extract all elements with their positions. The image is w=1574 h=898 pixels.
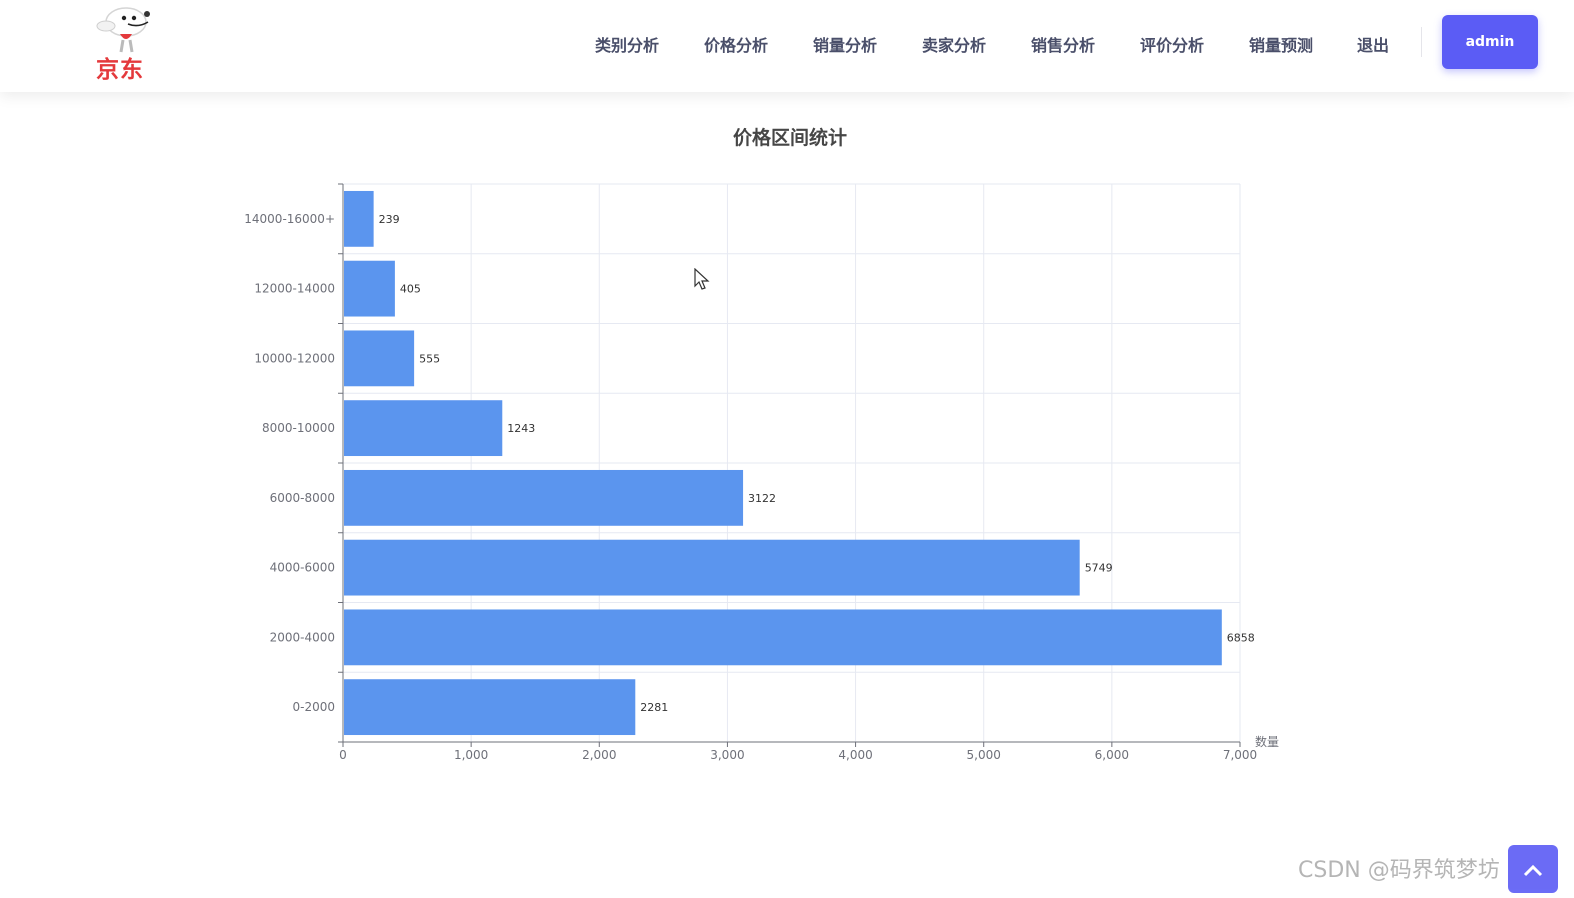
nav-divider [1421,27,1422,57]
price-range-bar-chart: 0 1,000 2,000 3,000 4,000 5,000 6,000 7,000 0-20… [244,183,1279,762]
nav-item-sales-volume-analysis[interactable]: 销量分析 [813,32,877,56]
back-to-top-button[interactable] [1508,845,1558,893]
y-tick-label: 10000-12000 [254,351,335,365]
main-nav: 类别分析 价格分析 销量分析 卖家分析 销售分析 评价分析 销量预测 退出 ad… [0,0,1574,84]
y-tick-label: 0-2000 [292,700,335,714]
bar-data-label: 6858 [1227,631,1255,644]
nav-item-price-analysis[interactable]: 价格分析 [704,32,768,56]
nav-item-category-analysis[interactable]: 类别分析 [595,32,659,56]
x-tick-label: 6,000 [1095,748,1129,762]
mouse-pointer-icon [694,268,710,290]
x-tick-label: 7,000 [1223,748,1257,762]
bar-data-label: 3122 [748,492,776,505]
watermark: CSDN @码界筑梦坊 [1298,858,1500,883]
x-axis-title: 数量 [1255,734,1279,749]
x-tick-label: 2,000 [582,748,616,762]
x-tick-label: 1,000 [454,748,488,762]
admin-user-button[interactable]: admin [1442,15,1538,69]
bar-data-label: 555 [419,352,440,365]
top-navbar: 京东 类别分析 价格分析 销量分析 卖家分析 销售分析 评价分析 销量预测 退出… [0,0,1574,92]
y-tick-label: 12000-14000 [254,282,335,296]
bar [344,190,374,247]
y-tick-label: 2000-4000 [270,630,335,644]
arrow-up-icon [1523,864,1543,877]
y-tick-label: 6000-8000 [270,491,335,505]
nav-item-sales-forecast[interactable]: 销量预测 [1249,32,1313,56]
bar [344,260,395,317]
nav-item-seller-analysis[interactable]: 卖家分析 [922,32,986,56]
bar-data-label: 2281 [640,701,668,714]
bar-data-label: 5749 [1085,562,1113,575]
bar [344,330,415,387]
x-tick-label: 3,000 [710,748,744,762]
bar [344,400,503,457]
y-tick-label: 14000-16000+ [244,212,335,226]
bar-data-label: 405 [400,283,421,296]
y-tick-label: 4000-6000 [270,561,335,575]
bar-data-label: 1243 [507,422,535,435]
bar [344,539,1080,596]
bar [344,679,636,736]
x-tick-label: 5,000 [967,748,1001,762]
x-tick-label: 4,000 [838,748,872,762]
nav-item-logout[interactable]: 退出 [1357,32,1389,56]
nav-item-review-analysis[interactable]: 评价分析 [1140,32,1204,56]
y-tick-label: 8000-10000 [262,421,335,435]
bar-data-label: 239 [379,213,400,226]
x-tick-label: 0 [339,748,347,762]
bar [344,609,1222,666]
nav-item-sales-analysis[interactable]: 销售分析 [1031,32,1095,56]
bar [344,469,744,526]
